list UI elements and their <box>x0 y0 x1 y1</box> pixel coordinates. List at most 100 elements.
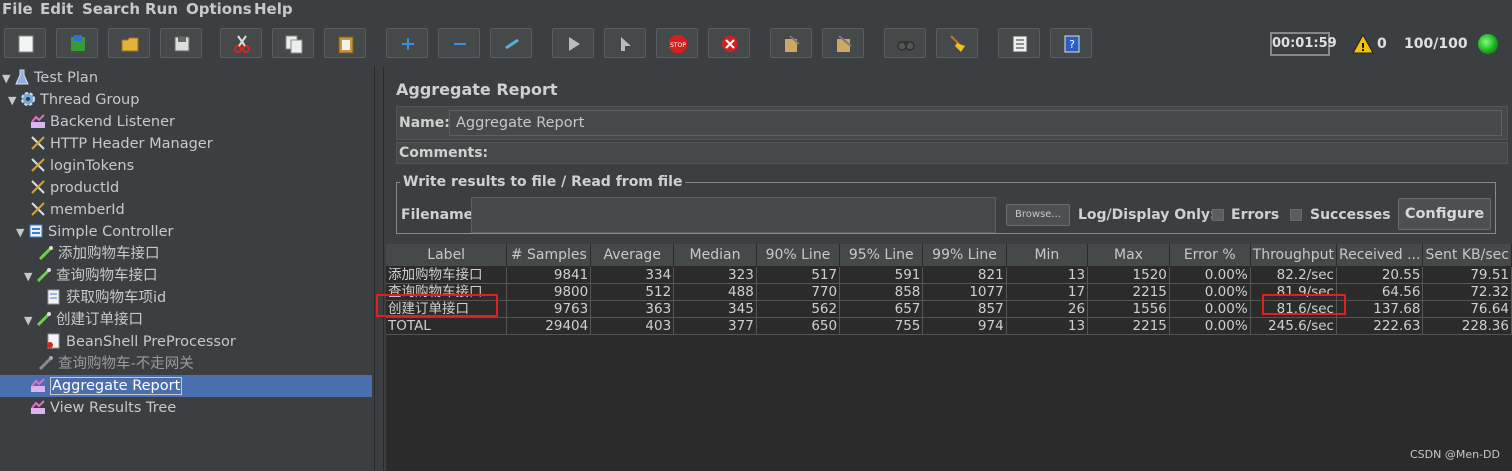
start-button[interactable] <box>552 28 594 58</box>
menu-edit[interactable]: Edit <box>40 0 73 18</box>
expand-arrow[interactable]: ▼ <box>8 90 20 112</box>
table-row[interactable]: 添加购物车接口 9841 334 323 517 591 821 13 1520 0.00% 82.… <box>386 266 1512 284</box>
comments-row[interactable]: Comments: <box>396 142 1508 164</box>
table-cell: 20.55 <box>1336 266 1424 284</box>
browse-button[interactable]: Browse... <box>1006 204 1070 226</box>
column-header[interactable]: Throughput <box>1250 244 1337 267</box>
column-header[interactable]: Min <box>1006 244 1089 267</box>
menu-search[interactable]: Search <box>82 0 140 18</box>
name-field[interactable]: Aggregate Report <box>449 110 1502 136</box>
errors-checkbox[interactable] <box>1212 209 1224 221</box>
clear-icon <box>785 35 800 52</box>
toggle-button[interactable] <box>490 28 532 58</box>
tree-item-thread-group[interactable]: ▼ Thread Group <box>8 89 139 111</box>
collapse-all-button[interactable] <box>438 28 480 58</box>
pipette-icon <box>38 246 53 261</box>
test-plan-tree: ▼ Test Plan ▼ Thread Group Backend Listene… <box>0 66 374 471</box>
table-row[interactable]: TOTAL 29404 403 377 650 755 974 13 2215 0.00% 245.… <box>386 317 1512 335</box>
table-cell: 562 <box>756 300 841 318</box>
clear-all-icon <box>837 35 852 52</box>
tree-item-memberid[interactable]: memberId <box>30 199 125 221</box>
start-no-pauses-button[interactable] <box>604 28 646 58</box>
paste-button[interactable] <box>324 28 366 58</box>
tree-item-test-plan[interactable]: ▼ Test Plan <box>2 67 98 89</box>
tree-item-http-header-manager[interactable]: HTTP Header Manager <box>30 133 213 155</box>
menu-help[interactable]: Help <box>254 0 293 18</box>
copy-button[interactable] <box>272 28 314 58</box>
splitter-handle[interactable] <box>374 66 384 471</box>
wrench-icon <box>31 202 45 216</box>
copy-icon <box>285 35 303 54</box>
expand-arrow[interactable]: ▼ <box>2 68 14 90</box>
expand-all-button[interactable] <box>386 28 428 58</box>
column-header[interactable]: Max <box>1087 244 1170 267</box>
filename-input[interactable] <box>471 197 996 233</box>
column-header[interactable]: Median <box>673 244 757 267</box>
function-helper-button[interactable] <box>998 28 1040 58</box>
expand-arrow[interactable]: ▼ <box>24 310 36 332</box>
paste-icon <box>338 36 354 54</box>
reset-search-button[interactable] <box>936 28 978 58</box>
column-header[interactable]: Received ... <box>1336 244 1424 267</box>
table-cell: 403 <box>590 317 675 335</box>
tree-item-label: HTTP Header Manager <box>50 136 213 152</box>
stop-button[interactable]: STOP <box>656 28 698 58</box>
tree-item-add-cart[interactable]: 添加购物车接口 <box>38 243 160 265</box>
table-cell: 13 <box>1006 317 1089 335</box>
tree-item-get-cart-item-id[interactable]: 获取购物车项id <box>46 287 166 309</box>
tree-item-label: 查询购物车-不走网关 <box>58 356 194 372</box>
column-header[interactable]: Average <box>590 244 675 267</box>
open-button[interactable] <box>108 28 150 58</box>
clear-all-button[interactable] <box>822 28 864 58</box>
minus-icon <box>454 43 466 45</box>
elapsed-timer: 00:01:59 <box>1270 32 1337 56</box>
menu-options[interactable]: Options <box>186 0 252 18</box>
tree-item-beanshell-preprocessor[interactable]: BeanShell PreProcessor <box>46 331 236 353</box>
tree-item-productid[interactable]: productId <box>30 177 119 199</box>
configure-button[interactable]: Configure <box>1398 198 1491 230</box>
tree-item-create-order[interactable]: ▼ 创建订单接口 <box>24 309 143 331</box>
aggregate-report-panel: Aggregate Report Name: Aggregate Report … <box>376 66 1512 471</box>
clear-button[interactable] <box>770 28 812 58</box>
new-button[interactable] <box>4 28 46 58</box>
column-header[interactable]: # Samples <box>506 244 592 267</box>
tree-item-backend-listener[interactable]: Backend Listener <box>30 111 175 133</box>
menu-bar: File Edit Search Run Options Help <box>0 0 1512 20</box>
templates-button[interactable] <box>56 28 98 58</box>
highlight-box-throughput <box>1262 294 1346 315</box>
expand-arrow[interactable]: ▼ <box>16 222 28 244</box>
filename-label: Filename <box>401 207 474 223</box>
name-row: Name: Aggregate Report <box>396 106 1508 140</box>
column-header[interactable]: 90% Line <box>756 244 841 267</box>
tree-item-view-results-tree[interactable]: View Results Tree <box>30 397 176 419</box>
pipette-icon <box>36 312 51 327</box>
successes-checkbox[interactable] <box>1290 209 1302 221</box>
shutdown-button[interactable] <box>708 28 750 58</box>
panel-title: Aggregate Report <box>396 80 558 99</box>
column-header[interactable]: Label <box>386 244 508 267</box>
tree-item-label: memberId <box>50 202 125 218</box>
table-cell: 82.2/sec <box>1250 266 1337 284</box>
extractor-icon <box>47 289 60 305</box>
cut-button[interactable] <box>220 28 262 58</box>
tree-item-query-cart-no-gateway[interactable]: 查询购物车-不走网关 <box>38 353 194 375</box>
table-header-row: Label # Samples Average Median 90% Line … <box>386 244 1512 267</box>
save-button[interactable] <box>160 28 202 58</box>
tree-item-query-cart[interactable]: ▼ 查询购物车接口 <box>24 265 158 287</box>
column-header[interactable]: 95% Line <box>839 244 924 267</box>
table-cell: 1556 <box>1087 300 1170 318</box>
tree-item-simple-controller[interactable]: ▼ Simple Controller <box>16 221 173 243</box>
search-button[interactable] <box>884 28 926 58</box>
column-header[interactable]: 99% Line <box>922 244 1007 267</box>
expand-arrow[interactable]: ▼ <box>24 266 36 288</box>
tree-item-aggregate-report[interactable]: Aggregate Report <box>30 375 183 397</box>
menu-file[interactable]: File <box>2 0 33 18</box>
svg-text:STOP: STOP <box>670 42 686 49</box>
column-header[interactable]: Sent KB/sec <box>1422 244 1512 267</box>
warning-icon[interactable]: ! <box>1352 34 1374 54</box>
help-button[interactable]: ? <box>1050 28 1092 58</box>
tree-item-logintokens[interactable]: loginTokens <box>30 155 134 177</box>
menu-run[interactable]: Run <box>145 0 178 18</box>
wrench-icon <box>31 158 45 172</box>
column-header[interactable]: Error % <box>1169 244 1251 267</box>
